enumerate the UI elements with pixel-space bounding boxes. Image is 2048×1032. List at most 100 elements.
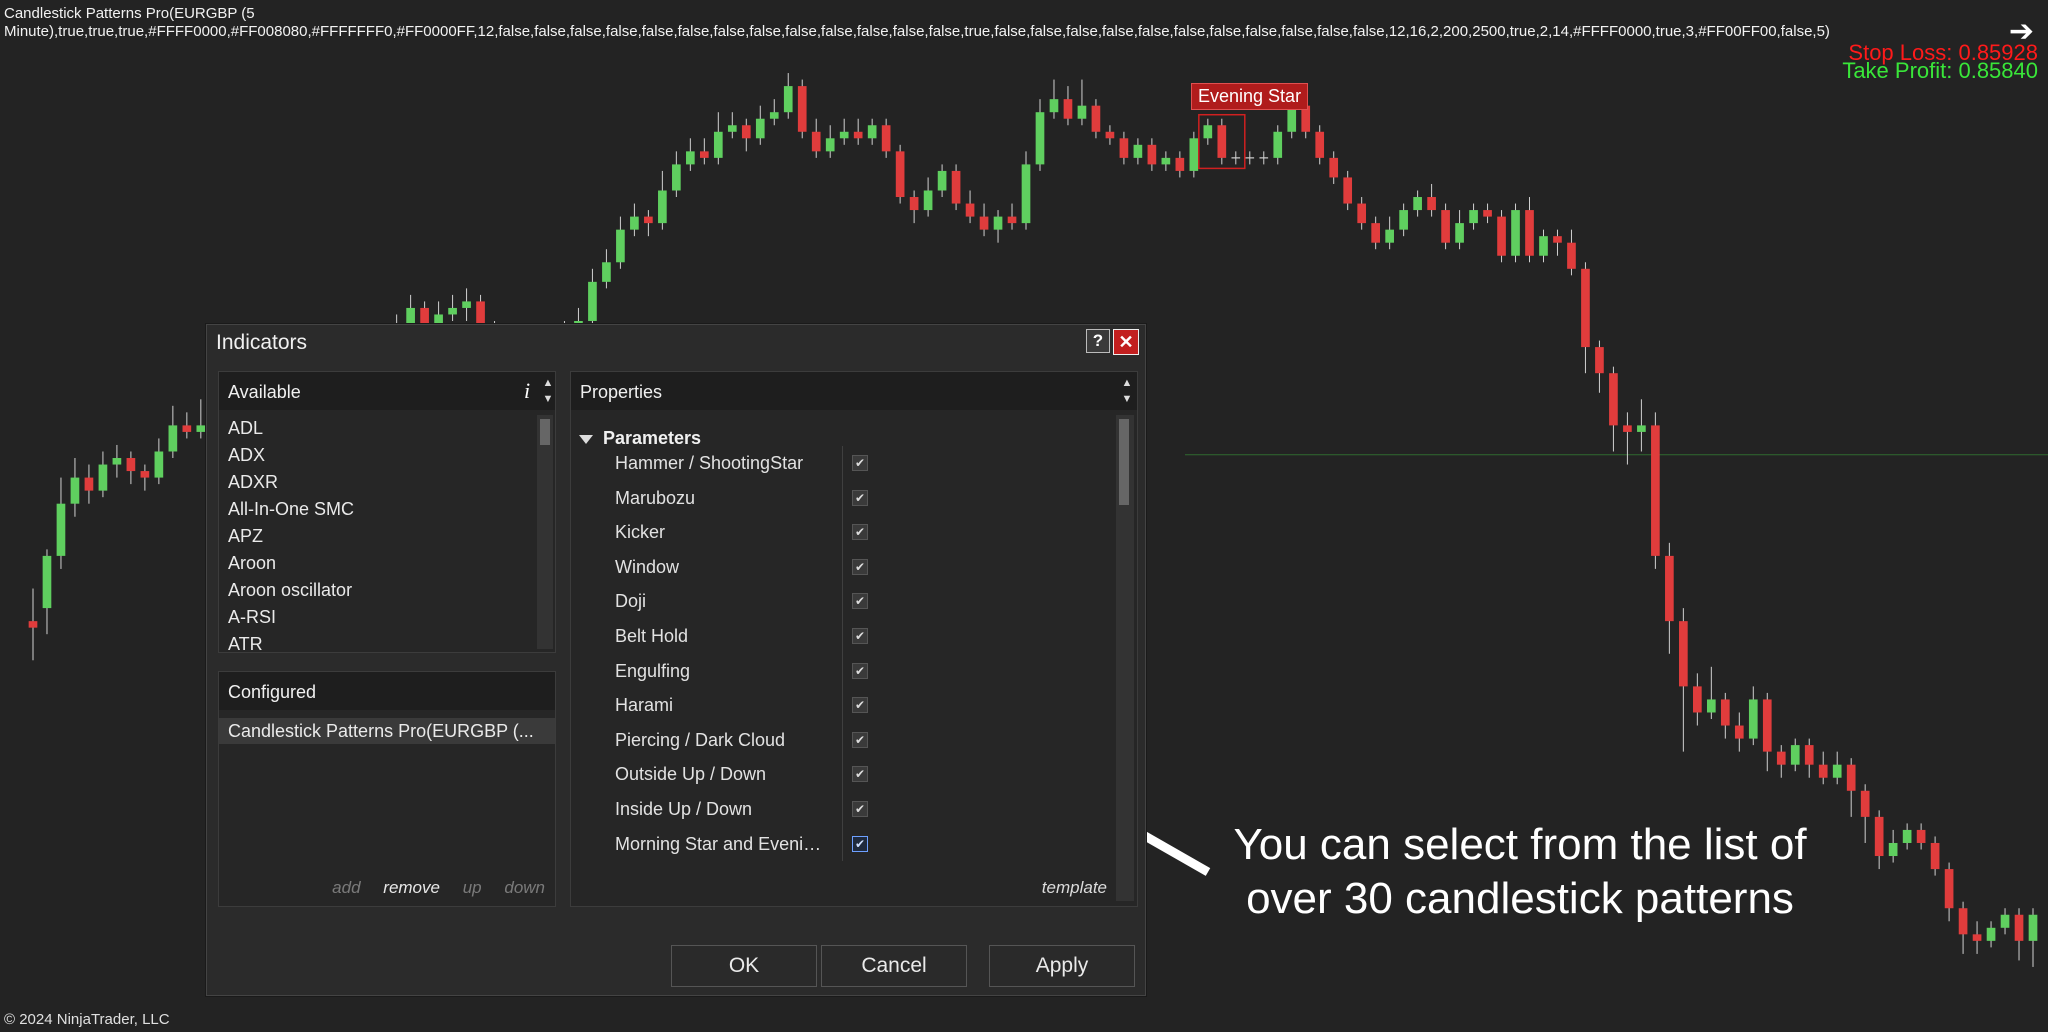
property-checkbox[interactable]: ✔ [852, 766, 868, 783]
available-item[interactable]: Aroon [219, 550, 529, 577]
property-checkbox[interactable]: ✔ [852, 558, 868, 575]
candle [839, 118, 849, 145]
down-link[interactable]: down [504, 878, 545, 897]
candle [1189, 131, 1199, 178]
candle [1944, 862, 1954, 922]
available-scrollbar[interactable] [537, 415, 553, 649]
candle-body [2028, 914, 2038, 941]
candle [84, 464, 94, 504]
candle-body [811, 131, 821, 152]
configured-item[interactable]: Candlestick Patterns Pro(EURGBP (... [219, 718, 555, 744]
candle-body [1371, 223, 1380, 243]
candle [699, 138, 709, 165]
candle [448, 294, 457, 321]
collapse-triangle-icon[interactable] [579, 434, 593, 444]
available-item[interactable]: Aroon oscillator [219, 577, 529, 604]
candle [1902, 823, 1912, 850]
cancel-button[interactable]: Cancel [821, 945, 967, 987]
template-link[interactable]: template [1042, 878, 1107, 898]
candle [1315, 125, 1325, 165]
candle [1469, 203, 1478, 230]
property-row: Morning Star and Evening Star ✔ [571, 826, 1111, 862]
add-link[interactable]: add [332, 878, 360, 897]
available-item[interactable]: All-In-One SMC [219, 496, 529, 523]
copyright-text: © 2024 NinjaTrader, LLC [4, 1011, 170, 1028]
apply-button[interactable]: Apply [989, 945, 1135, 987]
property-divider [842, 757, 843, 792]
scroll-up-icon[interactable]: ▲ [541, 376, 555, 390]
candle [1595, 340, 1604, 393]
available-item[interactable]: APZ [219, 523, 529, 550]
property-divider [842, 584, 843, 619]
candle [1581, 262, 1590, 374]
annotation-text: You can select from the list of over 30 … [1200, 818, 1840, 926]
property-divider [842, 791, 843, 827]
ok-button[interactable]: OK [671, 945, 817, 987]
candle-body [1762, 699, 1772, 752]
candle-body [727, 125, 737, 132]
candle [1021, 151, 1031, 230]
available-item[interactable]: ATR [219, 631, 529, 658]
property-checkbox[interactable]: ✔ [852, 455, 868, 471]
info-icon[interactable]: i [524, 378, 530, 404]
properties-scrollbar-thumb[interactable] [1119, 419, 1129, 505]
property-checkbox[interactable]: ✔ [852, 697, 868, 714]
property-checkbox[interactable]: ✔ [852, 662, 868, 679]
property-row: Piercing / Dark Cloud ✔ [571, 722, 1111, 758]
candle-body [1567, 242, 1576, 269]
remove-link[interactable]: remove [383, 878, 440, 897]
available-item[interactable]: ADXR [219, 469, 529, 496]
candle-body [1203, 125, 1213, 139]
props-scroll-down-icon[interactable]: ▼ [1120, 392, 1134, 406]
candle-body [1930, 842, 1940, 870]
property-divider [842, 653, 843, 689]
candle [1874, 810, 1884, 870]
candle-body [1748, 699, 1758, 739]
available-scrollbar-thumb[interactable] [540, 419, 550, 445]
parameters-group-label: Parameters [603, 428, 702, 448]
configured-header: Configured [219, 672, 555, 710]
candle [1972, 921, 1982, 954]
property-checkbox[interactable]: ✔ [852, 800, 868, 817]
candle [588, 268, 597, 328]
properties-scrollbar[interactable] [1116, 415, 1134, 901]
props-scroll-up-icon[interactable]: ▲ [1120, 376, 1134, 390]
available-item[interactable]: A-RSI [219, 604, 529, 631]
candle [28, 588, 38, 661]
up-link[interactable]: up [463, 878, 482, 897]
property-checkbox[interactable]: ✔ [852, 524, 868, 541]
candle [1385, 216, 1394, 250]
candle [168, 405, 178, 459]
candle-body [126, 458, 136, 472]
property-checkbox[interactable]: ✔ [852, 489, 868, 506]
scroll-down-icon[interactable]: ▼ [541, 392, 555, 406]
candle-body [1581, 268, 1590, 348]
available-item[interactable]: ADL [219, 415, 529, 442]
property-checkbox[interactable]: ✔ [852, 835, 868, 852]
property-checkbox[interactable]: ✔ [852, 593, 868, 610]
close-button[interactable]: ✕ [1113, 329, 1139, 355]
candle-body [1315, 131, 1325, 158]
candle-body [1651, 425, 1660, 556]
property-checkbox[interactable]: ✔ [852, 627, 868, 644]
candle [1007, 203, 1017, 230]
property-checkbox[interactable]: ✔ [852, 731, 868, 748]
candle-body [1049, 99, 1059, 113]
candle [644, 210, 653, 237]
candle [1930, 836, 1940, 876]
candle [1748, 686, 1758, 746]
candle [1119, 131, 1129, 165]
property-name: Marubozu [615, 487, 696, 508]
candle-body [839, 131, 849, 139]
configured-title: Configured [228, 682, 317, 702]
candle [1063, 86, 1073, 126]
candle-body [965, 203, 975, 217]
available-item[interactable]: ADX [219, 442, 529, 469]
candle [1133, 138, 1143, 165]
candle [993, 210, 1003, 243]
help-button[interactable]: ? [1086, 329, 1110, 353]
candle-body [1902, 829, 1912, 843]
candle-body [2014, 914, 2024, 941]
candle-body [1091, 105, 1101, 132]
candle [1720, 692, 1730, 739]
